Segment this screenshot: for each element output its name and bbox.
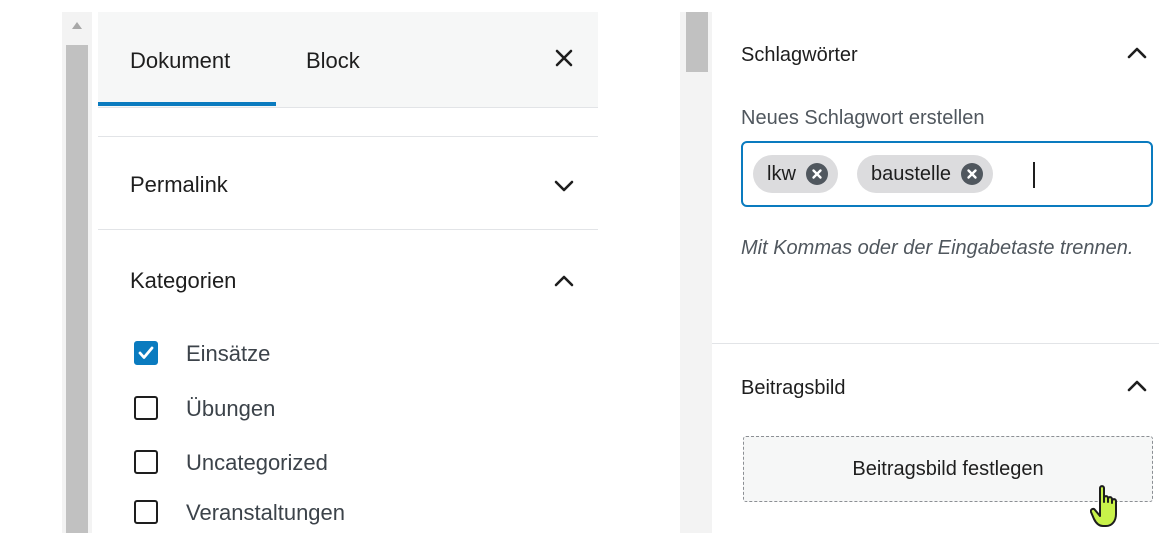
chevron-down-icon[interactable] [553, 175, 575, 197]
tag-help-text: Mit Kommas oder der Eingabetaste trennen… [741, 237, 1134, 259]
hand-pointer-icon [1090, 485, 1117, 527]
checkbox-checked[interactable] [134, 341, 158, 365]
remove-tag-icon[interactable] [961, 163, 984, 185]
chevron-up-icon[interactable] [1126, 42, 1148, 64]
checkbox[interactable] [134, 396, 158, 420]
text-caret [1033, 162, 1035, 188]
tag-chip-label: baustelle [871, 162, 952, 185]
right-scrollbar-track[interactable] [680, 12, 712, 533]
close-icon[interactable] [552, 46, 576, 70]
tag-field-label: Neues Schlagwort erstellen [741, 107, 985, 129]
categories-panel-title[interactable]: Kategorien [130, 268, 236, 294]
remove-tag-icon[interactable] [805, 163, 828, 185]
active-tab-indicator [98, 102, 276, 106]
right-scrollbar-thumb[interactable] [686, 12, 708, 72]
category-label: Einsätze [186, 341, 271, 366]
chevron-up-icon[interactable] [1126, 375, 1148, 397]
category-label: Veranstaltungen [186, 500, 346, 525]
divider [712, 343, 1159, 344]
checkmark-icon [138, 346, 154, 359]
tag-chip-label: lkw [767, 162, 796, 185]
scroll-up-arrow-icon[interactable] [72, 22, 82, 29]
category-label: Übungen [186, 396, 276, 421]
tag-input[interactable]: lkw baustelle [741, 141, 1153, 207]
tab-document[interactable]: Dokument [130, 48, 230, 74]
chevron-up-icon[interactable] [553, 270, 575, 292]
checkbox[interactable] [134, 450, 158, 474]
checkbox[interactable] [134, 500, 158, 524]
tag-chip: lkw [753, 155, 838, 193]
left-scrollbar-thumb[interactable] [66, 45, 88, 533]
featured-image-panel-title[interactable]: Beitragsbild [741, 377, 846, 400]
category-label: Uncategorized [186, 450, 328, 475]
tab-block[interactable]: Block [306, 48, 360, 74]
permalink-panel-title[interactable]: Permalink [130, 172, 228, 198]
divider [98, 136, 598, 137]
tag-chip: baustelle [857, 155, 994, 193]
tags-panel-title[interactable]: Schlagwörter [741, 44, 858, 67]
divider [98, 229, 598, 230]
